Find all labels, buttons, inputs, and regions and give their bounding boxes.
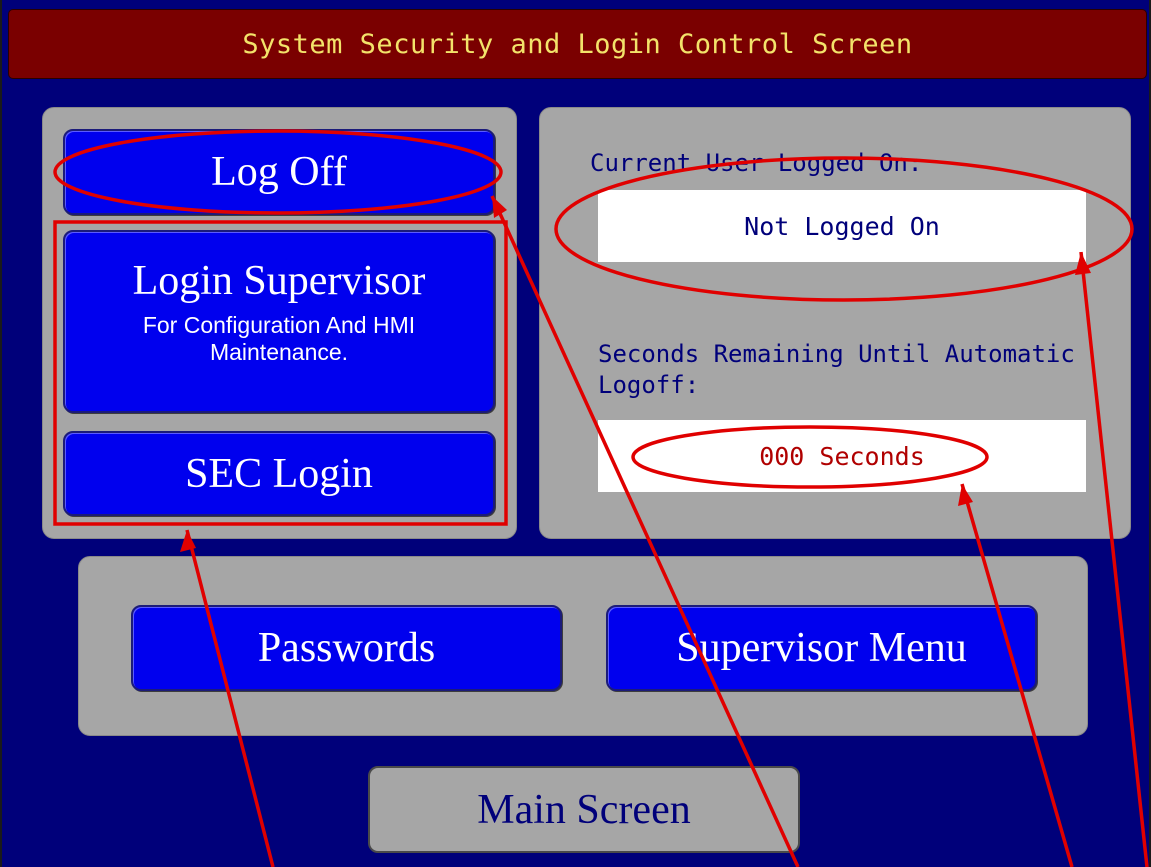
- sec-login-button[interactable]: SEC Login: [63, 431, 495, 516]
- current-user-display: Not Logged On: [598, 190, 1086, 262]
- supervisor-menu-button[interactable]: Supervisor Menu: [606, 605, 1037, 691]
- main-screen-label: Main Screen: [477, 786, 691, 833]
- hmi-screen: System Security and Login Control Screen…: [0, 0, 1151, 867]
- main-screen-button[interactable]: Main Screen: [368, 766, 800, 853]
- current-user-label: Current User Logged On:: [590, 149, 923, 177]
- title-bar: System Security and Login Control Screen: [8, 9, 1147, 79]
- page-title: System Security and Login Control Screen: [242, 28, 913, 60]
- login-supervisor-description: For Configuration And HMI Maintenance.: [142, 312, 416, 365]
- log-off-label: Log Off: [211, 149, 347, 195]
- current-user-value: Not Logged On: [744, 211, 940, 241]
- sec-login-label: SEC Login: [185, 450, 373, 497]
- passwords-button[interactable]: Passwords: [131, 605, 562, 691]
- seconds-remaining-label: Seconds Remaining Until Automatic Logoff…: [598, 340, 1075, 399]
- login-supervisor-button[interactable]: Login Supervisor For Configuration And H…: [63, 230, 495, 413]
- seconds-remaining-value: 000 Seconds: [759, 441, 925, 471]
- login-supervisor-label: Login Supervisor: [132, 258, 426, 304]
- passwords-label: Passwords: [257, 625, 436, 671]
- log-off-button[interactable]: Log Off: [63, 129, 495, 215]
- supervisor-menu-label: Supervisor Menu: [676, 625, 967, 671]
- seconds-remaining-display: 000 Seconds: [598, 420, 1086, 492]
